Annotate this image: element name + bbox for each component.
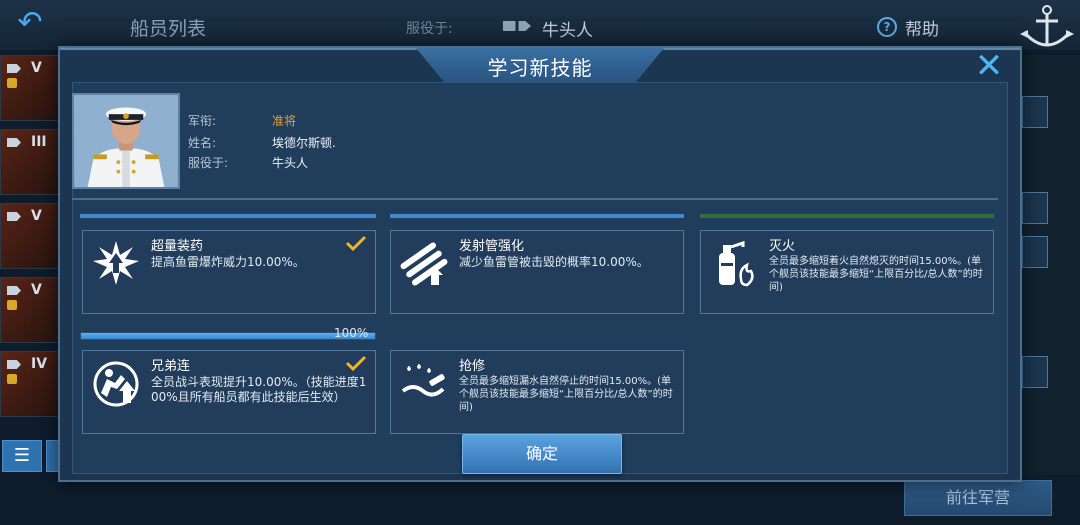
skill-description: 减少鱼雷管被击毁的概率10.00%。 <box>459 255 649 269</box>
serving-label: 服役于: <box>406 21 453 37</box>
torpedo-tube-icon <box>400 242 448 286</box>
ship-type-icon <box>7 138 21 147</box>
skill-progress-label: 100% <box>334 326 369 340</box>
close-icon[interactable]: ✕ <box>972 49 1006 83</box>
section-divider <box>72 198 998 200</box>
repair-icon <box>401 364 445 397</box>
rank-value: 准将 <box>272 114 297 128</box>
serve-label: 服役于: <box>188 156 229 170</box>
skill-progress-strip <box>80 214 376 218</box>
explosive-charge-icon <box>93 241 139 285</box>
tier-badge-icon <box>7 300 17 310</box>
ship-rank: V <box>31 60 42 76</box>
check-icon <box>345 355 367 371</box>
skill-name: 发射管强化 <box>459 239 525 254</box>
tier-badge-icon <box>7 374 17 384</box>
ship-rank: V <box>31 208 42 224</box>
page-title: 船员列表 <box>130 18 207 40</box>
check-icon <box>345 235 367 251</box>
skill-name: 超量装药 <box>151 239 204 254</box>
ship-type-icon <box>7 360 21 369</box>
ship-type-icon <box>7 64 21 73</box>
right-side-button[interactable] <box>1022 236 1048 268</box>
ship-rank: IV <box>31 356 48 372</box>
ship-card[interactable]: IV <box>0 351 60 417</box>
skill-progress-bar <box>80 332 376 340</box>
skill-card[interactable]: 灭火 全员最多缩短着火自然熄灭的时间15.00%。(单个舰员该技能最多缩短“上限… <box>700 230 994 314</box>
right-side-button[interactable] <box>1022 356 1048 388</box>
dialog-title: 学习新技能 <box>487 56 593 80</box>
serving-ship-name: 牛头人 <box>542 21 593 41</box>
skill-progress-strip <box>390 214 684 218</box>
crew-portrait <box>72 93 180 189</box>
skill-progress-strip <box>700 214 994 218</box>
skill-card[interactable]: 兄弟连 全员战斗表现提升10.00%。（技能进度100%且所有船员都有此技能后生… <box>82 350 376 434</box>
anchor-icon <box>1020 5 1074 47</box>
skill-description: 全员最多缩短着火自然熄灭的时间15.00%。(单个舰员该技能最多缩短“上限百分比… <box>769 256 983 293</box>
skill-card[interactable]: 超量装药 提高鱼雷爆炸威力10.00%。 <box>82 230 376 314</box>
skill-card[interactable]: 发射管强化 减少鱼雷管被击毁的概率10.00%。 <box>390 230 684 314</box>
skill-description: 全员最多缩短漏水自然停止的时间15.00%。(单个舰员该技能最多缩短“上限百分比… <box>459 376 673 413</box>
crew-name: 埃德尔斯顿. <box>272 136 336 150</box>
back-icon[interactable]: ↶ <box>8 6 52 40</box>
confirm-button[interactable]: 确定 <box>462 434 622 474</box>
help-icon[interactable]: ? <box>877 17 897 37</box>
tier-badge-icon <box>7 78 17 88</box>
ship-list: V III V V IV <box>0 55 60 435</box>
ship-type-icon <box>7 212 21 221</box>
list-view-icon[interactable]: ☰ <box>2 440 42 472</box>
skill-name: 抢修 <box>459 359 486 374</box>
skill-name: 灭火 <box>769 239 796 254</box>
right-side-button[interactable] <box>1022 96 1048 128</box>
skill-progress-fill <box>81 333 375 339</box>
ship-type-icon <box>7 286 21 295</box>
skill-description: 全员战斗表现提升10.00%。（技能进度100%且所有船员都有此技能后生效） <box>151 375 367 404</box>
goto-camp-button[interactable]: 前往军营 <box>904 480 1052 516</box>
rank-label: 军衔: <box>188 114 217 128</box>
ship-card[interactable]: V <box>0 203 60 269</box>
serve-ship: 牛头人 <box>272 156 309 170</box>
skill-description: 提高鱼雷爆炸威力10.00%。 <box>151 255 305 269</box>
help-button[interactable]: 帮助 <box>905 15 939 40</box>
ship-class-icon <box>503 21 531 31</box>
ship-card[interactable]: V <box>0 55 60 121</box>
skill-card[interactable]: 抢修 全员最多缩短漏水自然停止的时间15.00%。(单个舰员该技能最多缩短“上限… <box>390 350 684 434</box>
ship-rank: III <box>31 134 47 150</box>
ship-card[interactable]: III <box>0 129 60 195</box>
skill-name: 兄弟连 <box>151 359 191 374</box>
right-side-button[interactable] <box>1022 192 1048 224</box>
name-label: 姓名: <box>188 136 217 150</box>
ship-card[interactable]: V <box>0 277 60 343</box>
fire-extinguisher-icon <box>719 240 754 287</box>
learn-skill-dialog: 学习新技能 ✕ 军衔: 准将 姓名: 埃德尔斯顿. 服役于: 牛头人 超量装药 … <box>58 46 1022 482</box>
brotherhood-icon <box>93 361 139 407</box>
ship-rank: V <box>31 282 42 298</box>
